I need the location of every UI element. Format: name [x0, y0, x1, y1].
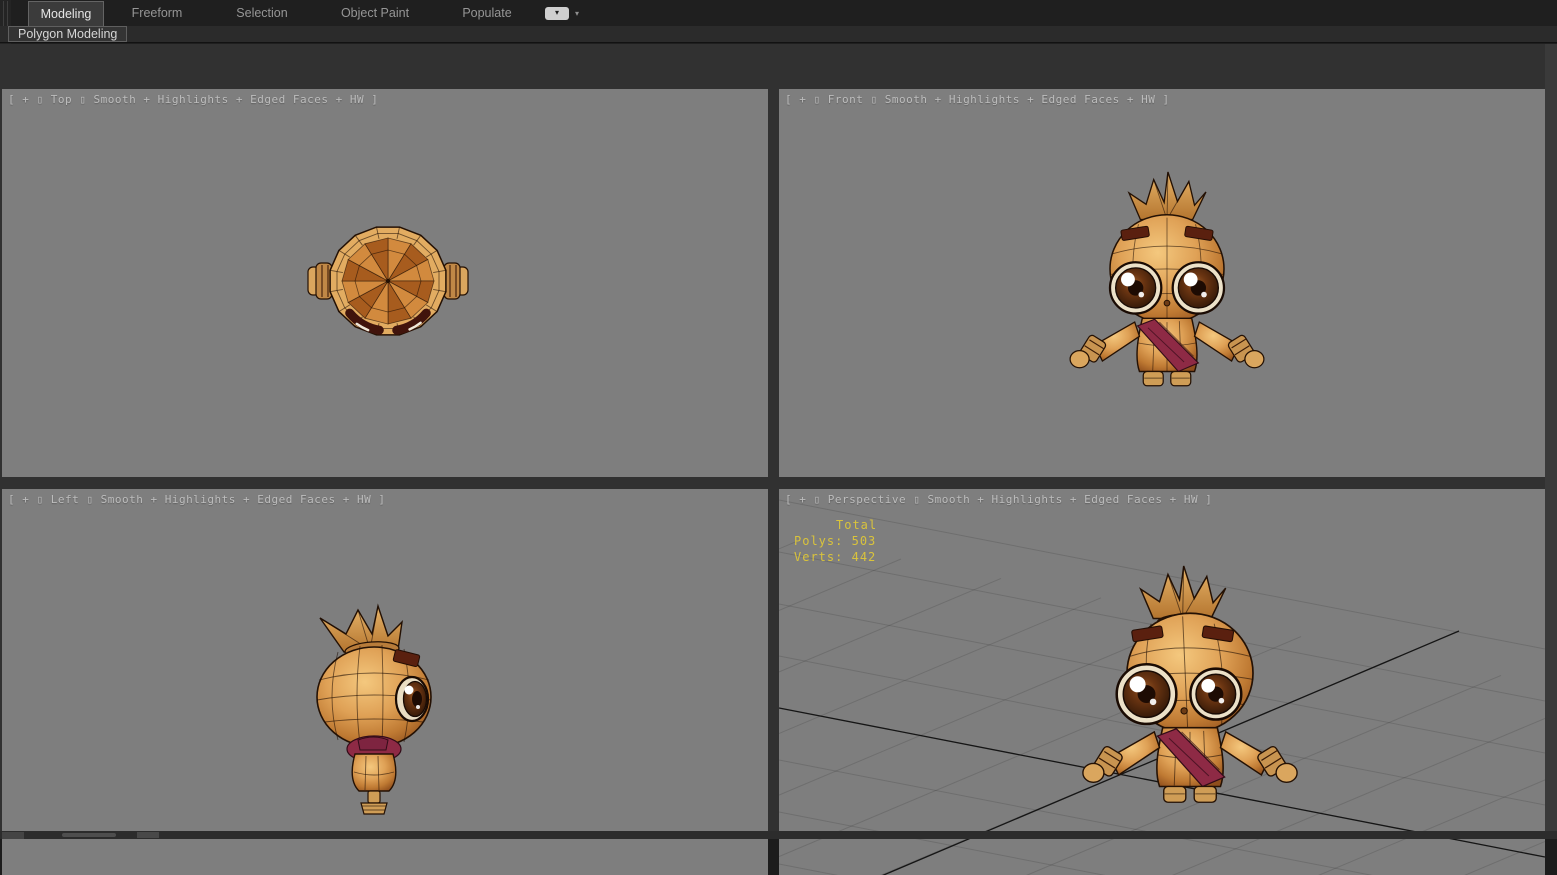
status-icon-box: [2, 832, 24, 839]
tab-object-paint[interactable]: Object Paint: [322, 2, 428, 25]
status-text-fragment: [62, 833, 116, 837]
character-model[interactable]: [316, 603, 432, 815]
tab-freeform[interactable]: Freeform: [115, 2, 199, 25]
character-model[interactable]: [307, 226, 469, 336]
panel-tab-polygon-modeling[interactable]: Polygon Modeling: [8, 26, 128, 42]
viewport-perspective[interactable]: [ + ▯ Perspective ▯ Smooth + Highlights …: [779, 489, 1545, 875]
stats-verts: Verts: 442: [794, 550, 877, 564]
ribbon-tab-row: Modeling Freeform Selection Object Paint…: [11, 0, 1557, 26]
viewport-label-left[interactable]: [ + ▯ Left ▯ Smooth + Highlights + Edged…: [8, 493, 386, 506]
stats-polys-value: 503: [851, 534, 877, 548]
ribbon-minimize-button[interactable]: ▾: [545, 7, 569, 20]
character-model[interactable]: [1069, 171, 1265, 387]
viewport-area: [ + ▯ Top ▯ Smooth + Highlights + Edged …: [0, 44, 1557, 875]
viewport-label-top[interactable]: [ + ▯ Top ▯ Smooth + Highlights + Edged …: [8, 93, 378, 106]
character-model[interactable]: [1082, 565, 1298, 803]
model-statistics: Total Polys: 503 Verts: 442: [794, 517, 877, 565]
viewport-label-perspective[interactable]: [ + ▯ Perspective ▯ Smooth + Highlights …: [785, 493, 1212, 506]
stats-total-label: Total: [836, 518, 878, 532]
stats-polys: Polys: 503: [794, 534, 877, 548]
stats-verts-value: 442: [851, 550, 877, 564]
ribbon-panel-row: Polygon Modeling: [0, 26, 1557, 43]
right-window-edge: [1545, 44, 1557, 839]
viewport-top[interactable]: [ + ▯ Top ▯ Smooth + Highlights + Edged …: [2, 89, 768, 477]
viewport-label-front[interactable]: [ + ▯ Front ▯ Smooth + Highlights + Edge…: [785, 93, 1170, 106]
front-viewport-canvas[interactable]: [779, 89, 1545, 477]
status-box: [137, 832, 159, 838]
tab-modeling[interactable]: Modeling: [28, 1, 104, 26]
ribbon-options: ▾ ▾: [545, 0, 590, 26]
viewport-left[interactable]: [ + ▯ Left ▯ Smooth + Highlights + Edged…: [2, 489, 768, 875]
left-viewport-canvas[interactable]: [2, 489, 768, 875]
status-bar-partial: [0, 831, 1557, 839]
viewport-front[interactable]: [ + ▯ Front ▯ Smooth + Highlights + Edge…: [779, 89, 1545, 477]
ribbon: Modeling Freeform Selection Object Paint…: [0, 0, 1557, 44]
tab-selection[interactable]: Selection: [220, 2, 304, 25]
ribbon-options-caret-down-icon[interactable]: ▾: [575, 9, 579, 19]
tab-populate[interactable]: Populate: [442, 2, 532, 25]
top-viewport-canvas[interactable]: [2, 89, 768, 477]
perspective-viewport-canvas[interactable]: [779, 489, 1545, 875]
